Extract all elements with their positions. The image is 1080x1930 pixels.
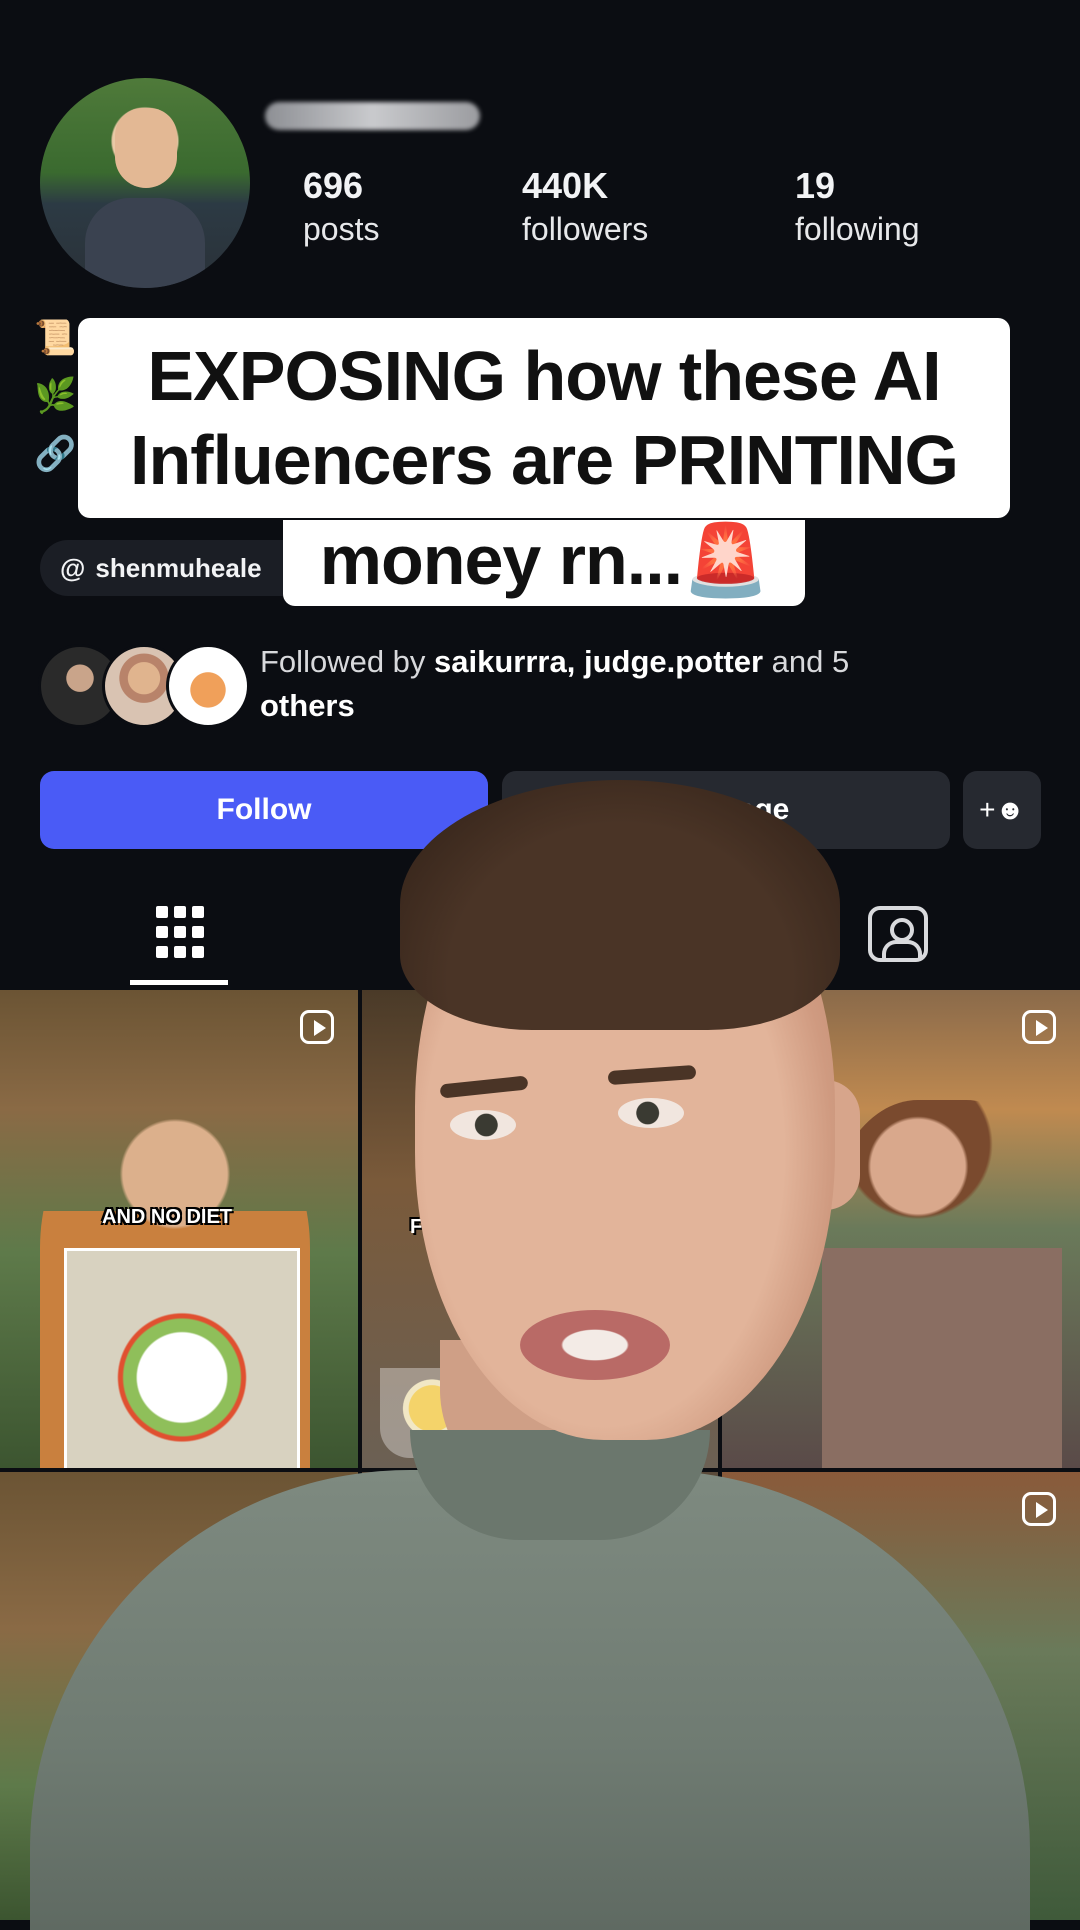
post-thumbnail[interactable]	[0, 1472, 358, 1920]
post-thumbnail[interactable]	[722, 1472, 1080, 1920]
reel-icon	[1022, 1492, 1056, 1526]
caption-line-3: money rn...🚨	[319, 521, 770, 599]
username-redacted	[265, 102, 480, 130]
following-count: 19	[795, 165, 836, 206]
salad-inset	[64, 1248, 300, 1468]
tagged-tab-icon[interactable]	[868, 906, 928, 962]
followed-by-suffix: and 5	[763, 644, 850, 679]
following-stat[interactable]: 19 following	[795, 165, 920, 248]
avatar-robe	[85, 198, 205, 288]
threads-handle: shenmuheale	[95, 552, 262, 583]
followers-label: followers	[522, 211, 649, 247]
post-thumbnail[interactable]: AND NO DIET	[0, 990, 358, 1468]
followed-by-prefix: Followed by	[260, 644, 435, 679]
follow-button[interactable]: Follow	[40, 771, 488, 849]
reel-icon	[1022, 1010, 1056, 1044]
post-caption: FO	[410, 1216, 438, 1238]
add-user-icon: +☻	[979, 794, 1025, 825]
post-thumbnail[interactable]	[362, 1472, 718, 1920]
posts-label: posts	[303, 211, 380, 247]
caption-box-top: EXPOSING how these AI Influencers are PR…	[78, 318, 1010, 518]
post-caption: AND NO DIET	[102, 1206, 232, 1228]
followers-stat[interactable]: 440K followers	[522, 165, 648, 248]
grid-tab-icon[interactable]	[156, 906, 204, 960]
post-thumbnail[interactable]: FO	[362, 990, 718, 1468]
message-button[interactable]: Message	[502, 771, 950, 849]
following-label: following	[795, 211, 920, 247]
active-tab-indicator	[130, 980, 228, 985]
caption-line-2: Influencers are PRINTING	[130, 421, 959, 499]
follower-avatar-3[interactable]	[166, 644, 250, 728]
profile-avatar[interactable]	[40, 78, 250, 288]
followed-by-others: others	[260, 688, 355, 723]
post-thumbnail[interactable]	[722, 990, 1080, 1468]
followed-by-names: saikurrra, judge.potter	[434, 644, 764, 679]
woman-figure	[822, 1100, 1062, 1468]
posts-count: 696	[303, 165, 364, 206]
avatar-face	[115, 108, 177, 188]
followed-by-text[interactable]: Followed by saikurrra, judge.potter and …	[260, 640, 1000, 728]
caption-box-bottom: money rn...🚨	[283, 520, 805, 606]
caption-line-1: EXPOSING how these AI	[147, 337, 941, 415]
reel-icon	[300, 1010, 334, 1044]
suggest-user-button[interactable]: +☻	[963, 771, 1041, 849]
lemon-glass	[380, 1368, 484, 1458]
followers-count: 440K	[522, 165, 609, 206]
posts-stat[interactable]: 696 posts	[303, 165, 379, 248]
threads-icon: @	[60, 552, 86, 583]
